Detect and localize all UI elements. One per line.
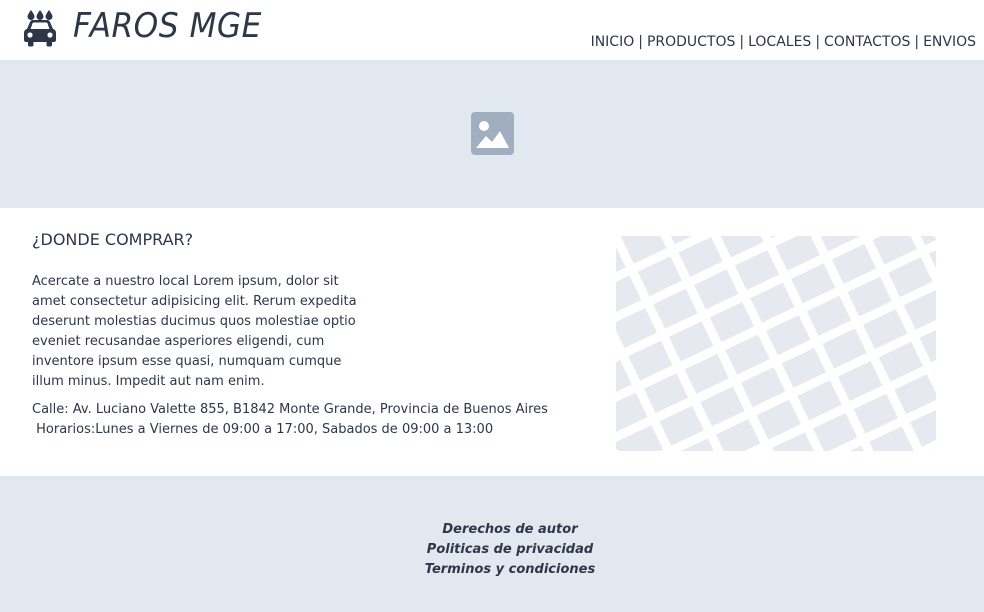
- footer-link-terms[interactable]: Terminos y condiciones: [0, 560, 984, 580]
- footer-links: Derechos de autor Politicas de privacida…: [0, 520, 984, 580]
- site-footer: Derechos de autor Politicas de privacida…: [0, 476, 984, 612]
- nav-separator: |: [739, 34, 745, 50]
- footer-link-copyright[interactable]: Derechos de autor: [0, 520, 984, 540]
- image-placeholder-icon: [471, 112, 514, 155]
- nav-item-inicio[interactable]: INICIO: [591, 34, 635, 50]
- store-address: Calle: Av. Luciano Valette 855, B1842 Mo…: [32, 402, 548, 417]
- site-header: FAROS MGE INICIO | PRODUCTOS | LOCALES | CONTA…: [0, 0, 984, 60]
- map-placeholder[interactable]: [616, 236, 936, 451]
- main-nav: INICIO | PRODUCTOS | LOCALES | CONTACTOS | ENVIO…: [591, 32, 976, 52]
- nav-item-productos[interactable]: PRODUCTOS: [647, 34, 735, 50]
- store-description: Acercate a nuestro local Lorem ipsum, do…: [32, 274, 357, 389]
- store-hours: Horarios:Lunes a Viernes de 09:00 a 17:0…: [32, 422, 494, 437]
- where-to-buy-section: ¿DONDE COMPRAR? Acercate a nuestro local…: [0, 208, 984, 476]
- nav-item-envios[interactable]: ENVIOS: [923, 34, 976, 50]
- store-address-block: Calle: Av. Luciano Valette 855, B1842 Mo…: [32, 400, 548, 440]
- map-placeholder-icon: [616, 236, 936, 451]
- car-wash-icon[interactable]: [21, 9, 59, 47]
- nav-separator: |: [815, 34, 821, 50]
- hero-banner: [0, 60, 984, 208]
- section-title: ¿DONDE COMPRAR?: [32, 230, 194, 249]
- nav-item-contactos[interactable]: CONTACTOS: [824, 34, 910, 50]
- brand-name[interactable]: FAROS MGE: [73, 6, 262, 46]
- footer-link-privacy[interactable]: Politicas de privacidad: [0, 540, 984, 560]
- nav-separator: |: [914, 34, 920, 50]
- nav-separator: |: [638, 34, 643, 50]
- nav-item-locales[interactable]: LOCALES: [748, 34, 811, 50]
